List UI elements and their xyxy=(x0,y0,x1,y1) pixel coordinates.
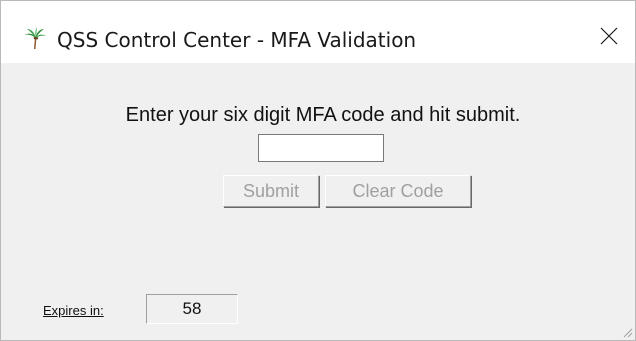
expires-label: Expires in: xyxy=(43,303,104,318)
close-icon xyxy=(600,27,618,50)
close-button[interactable] xyxy=(589,19,629,57)
window-title: QSS Control Center - MFA Validation xyxy=(57,28,417,52)
clear-code-button[interactable]: Clear Code xyxy=(325,175,471,207)
mfa-validation-window: QSS Control Center - MFA Validation Ente… xyxy=(0,0,636,341)
title-bar[interactable]: QSS Control Center - MFA Validation xyxy=(1,1,635,63)
submit-button[interactable]: Submit xyxy=(223,175,319,207)
mfa-code-input[interactable] xyxy=(258,134,384,162)
expires-countdown: 58 xyxy=(146,294,238,324)
palm-tree-icon xyxy=(23,26,47,50)
mfa-instructions: Enter your six digit MFA code and hit su… xyxy=(125,104,521,126)
resize-grip-icon[interactable] xyxy=(619,324,633,338)
